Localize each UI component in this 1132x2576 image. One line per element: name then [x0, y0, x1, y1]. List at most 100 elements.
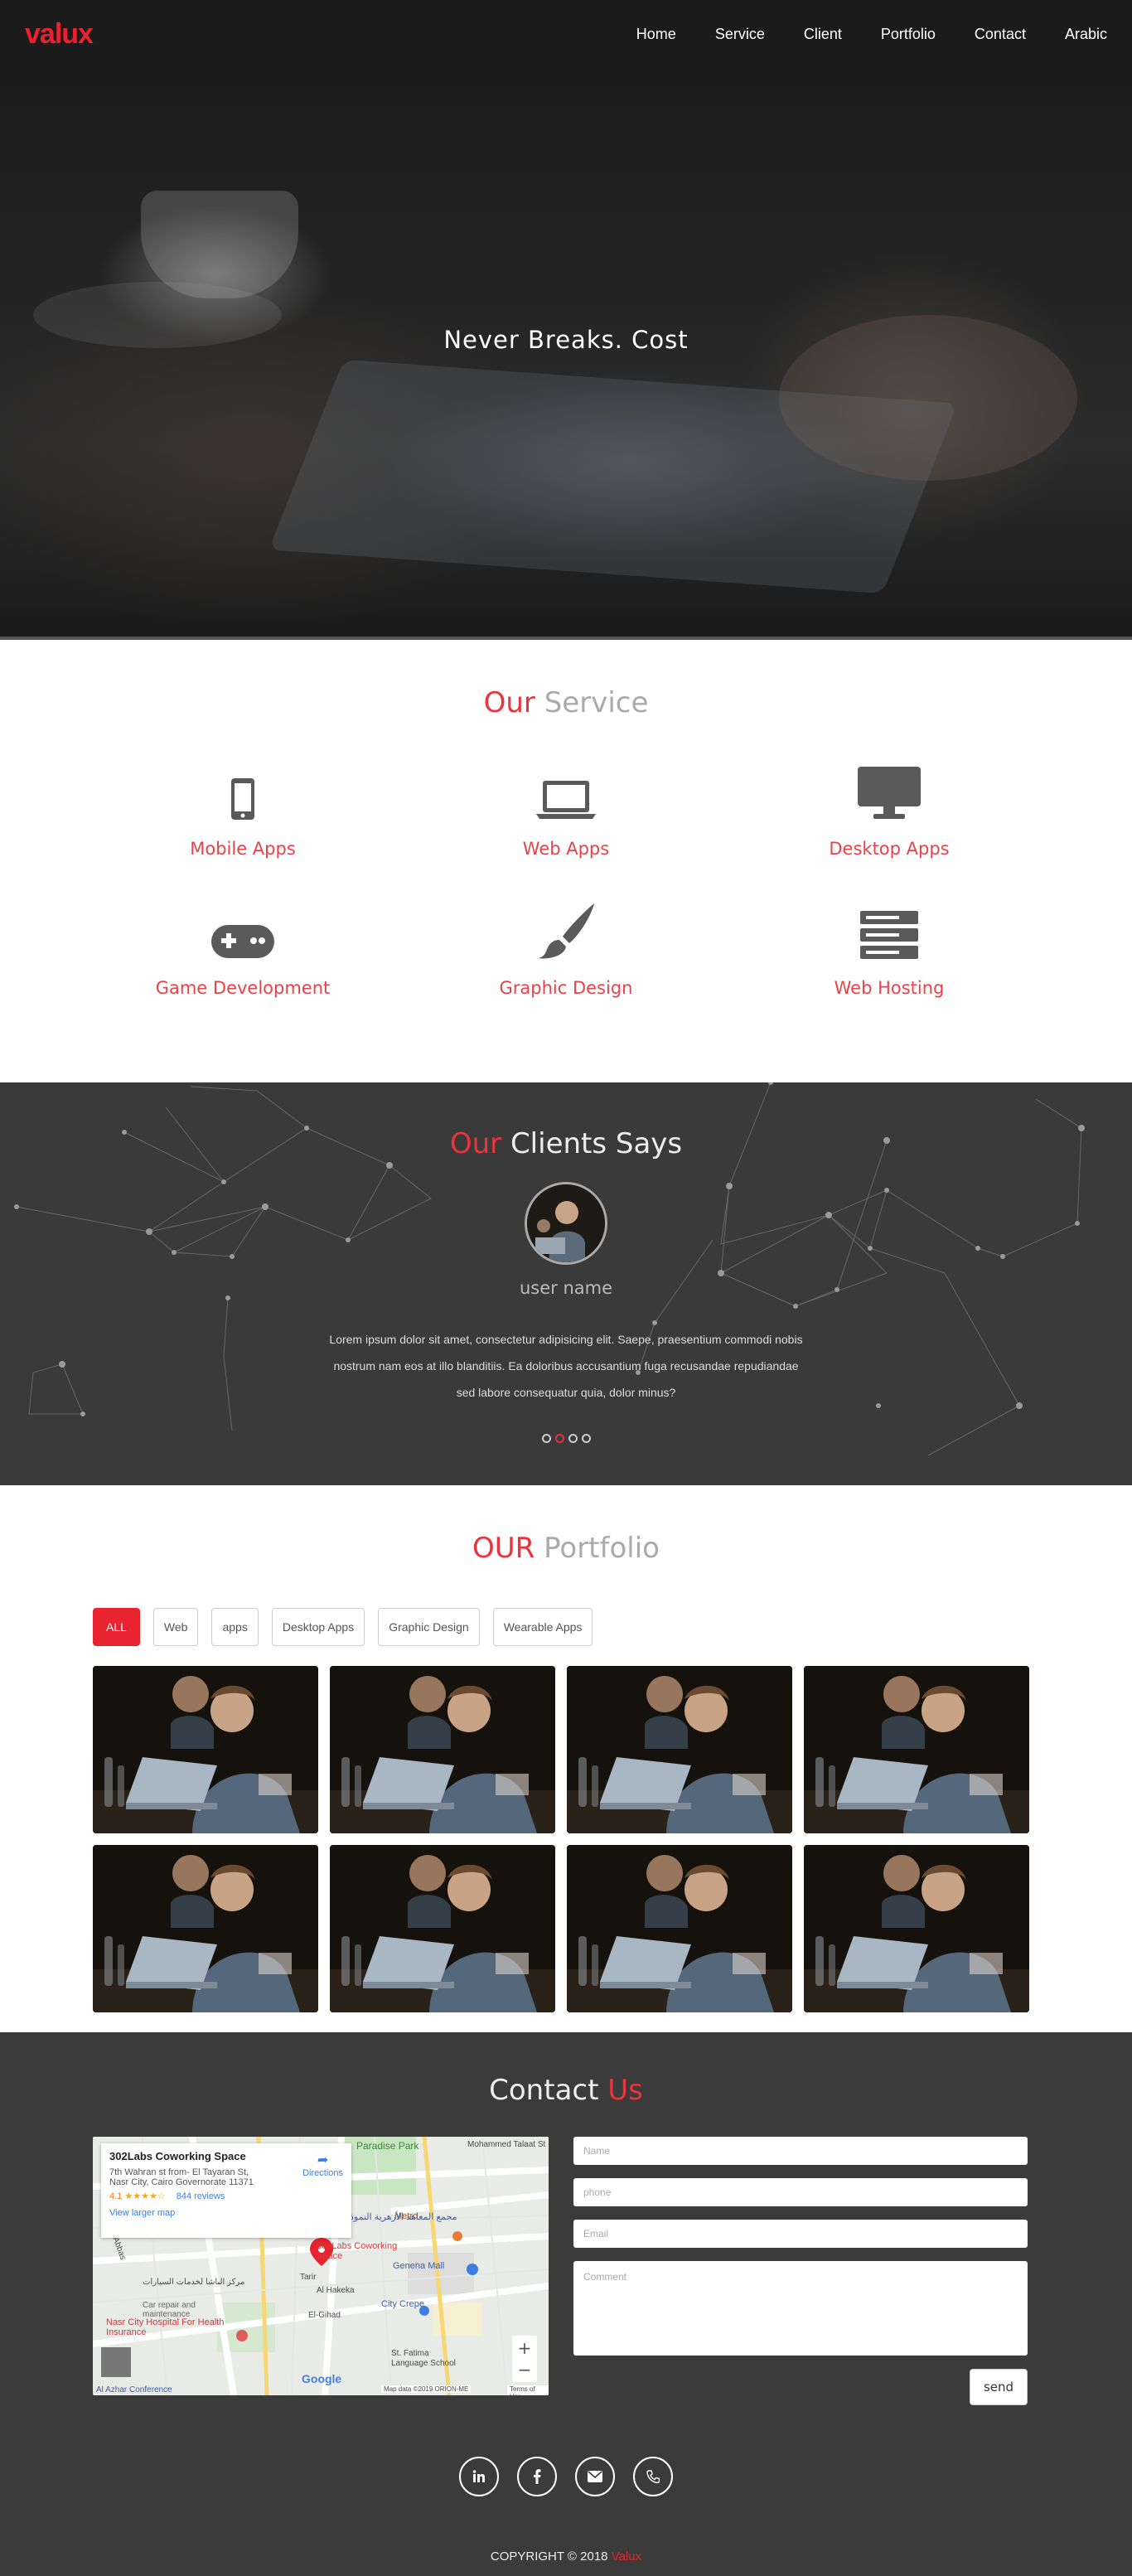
map-label: El-Gihad	[308, 2311, 341, 2320]
view-larger-map-link[interactable]: View larger map	[109, 2208, 343, 2218]
copyright-brand[interactable]: Valux	[612, 2549, 641, 2564]
filter-all[interactable]: ALL	[93, 1608, 140, 1646]
portfolio-heading: OUR Portfolio	[0, 1532, 1132, 1565]
testimonial-pagination	[0, 1434, 1132, 1443]
slide-dot[interactable]	[568, 1434, 578, 1443]
directions-label: Directions	[302, 2168, 343, 2178]
map-label: Car repair and maintenance	[143, 2301, 196, 2319]
email-field[interactable]: Email	[573, 2220, 1028, 2248]
hero-coffee-cup	[141, 191, 298, 298]
map-pin-label: 302Labs Coworking Space	[317, 2241, 398, 2261]
map-label: Nasr City Hospital For Health Insurance	[106, 2317, 225, 2337]
clients-heading-our: Our	[449, 1127, 502, 1160]
slide-dot[interactable]	[541, 1434, 551, 1443]
nav-item-contact[interactable]: Contact	[975, 26, 1026, 43]
reviews-link[interactable]: 844 reviews	[177, 2191, 225, 2201]
nav-item-service[interactable]: Service	[715, 26, 765, 43]
service-label: Web Hosting	[834, 978, 945, 998]
place-rating: 4.1	[109, 2191, 123, 2201]
clients-section: Our Clients Says user name Lorem ipsum d…	[0, 1082, 1132, 1485]
map-label: مركز الباشا لخدمات السيارات	[143, 2278, 245, 2287]
map-label: Al Azhar Conference	[96, 2385, 172, 2394]
portfolio-item[interactable]	[330, 1666, 555, 1833]
envelope-icon[interactable]	[575, 2457, 615, 2496]
clients-heading-clients-says: Clients Says	[510, 1127, 683, 1160]
map-label: Paradise Park	[356, 2140, 419, 2152]
clients-heading: Our Clients Says	[0, 1127, 1132, 1160]
portfolio-item[interactable]	[567, 1845, 792, 2012]
place-address-line2: Nasr City, Cairo Governorate 11371	[109, 2177, 254, 2187]
copyright-text: COPYRIGHT © 2018	[490, 2549, 608, 2564]
portfolio-grid	[93, 1666, 1132, 2012]
nav-item-arabic[interactable]: Arabic	[1065, 26, 1107, 43]
desktop-icon	[728, 764, 1051, 821]
portfolio-item[interactable]	[567, 1666, 792, 1833]
map-label: City Crepe	[381, 2299, 424, 2309]
services-grid: Mobile Apps Web Apps Desktop Apps Game D…	[0, 764, 1132, 998]
slide-dot[interactable]	[581, 1434, 591, 1443]
map-label: مجمع المعاهد الأزهرية النموذجية	[336, 2212, 457, 2222]
services-heading-service: Service	[544, 686, 649, 719]
filter-desktop-apps[interactable]: Desktop Apps	[271, 1608, 365, 1646]
portfolio-heading-our: OUR	[472, 1532, 535, 1565]
portfolio-heading-portfolio: Portfolio	[544, 1532, 660, 1565]
portfolio-item[interactable]	[330, 1845, 555, 2012]
send-row: send	[573, 2369, 1028, 2405]
portfolio-item[interactable]	[93, 1666, 318, 1833]
gamepad-icon	[81, 903, 404, 960]
rating-stars: ★★★★☆	[124, 2191, 166, 2201]
slide-dot-active[interactable]	[554, 1434, 564, 1443]
map-label: Mohammed Talaat St	[467, 2140, 546, 2149]
google-map[interactable]: + − Paradise Park Mohammed Talaat St Met…	[93, 2137, 549, 2395]
social-links	[0, 2457, 1132, 2496]
service-mobile-apps[interactable]: Mobile Apps	[81, 764, 404, 859]
portfolio-filters: ALL Web apps Desktop Apps Graphic Design…	[93, 1608, 1132, 1646]
service-web-hosting[interactable]: Web Hosting	[728, 903, 1051, 998]
contact-heading: Contact Us	[0, 2074, 1132, 2107]
nav-item-home[interactable]: Home	[636, 26, 676, 43]
hero-section: valux Home Service Client Portfolio Cont…	[0, 0, 1132, 640]
map-label: Language School	[391, 2359, 456, 2368]
paintbrush-icon	[404, 903, 728, 960]
name-field[interactable]: Name	[573, 2137, 1028, 2165]
top-navbar: valux Home Service Client Portfolio Cont…	[0, 0, 1132, 68]
service-web-apps[interactable]: Web Apps	[404, 764, 728, 859]
contact-heading-us: Us	[607, 2074, 643, 2107]
directions-button[interactable]: ➦ Directions	[302, 2152, 343, 2178]
service-label: Mobile Apps	[190, 839, 296, 859]
copyright: COPYRIGHT © 2018 Valux	[0, 2549, 1132, 2564]
portfolio-item[interactable]	[804, 1666, 1029, 1833]
filter-apps[interactable]: apps	[211, 1608, 259, 1646]
phone-icon[interactable]	[633, 2457, 673, 2496]
send-button[interactable]: send	[970, 2369, 1028, 2405]
filter-web[interactable]: Web	[152, 1608, 199, 1646]
service-graphic-design[interactable]: Graphic Design	[404, 903, 728, 998]
map-label: St. Fatima	[391, 2349, 429, 2358]
brand-logo[interactable]: valux	[25, 18, 94, 51]
client-testimonial: Lorem ipsum dolor sit amet, consectetur …	[329, 1333, 803, 1399]
contact-section: Contact Us + − Paradise Park Mohammed Ta…	[0, 2032, 1132, 2576]
map-info-card: 302Labs Coworking Space 7th Wahran st fr…	[101, 2143, 351, 2238]
comment-field[interactable]: Comment	[573, 2261, 1028, 2356]
service-game-development[interactable]: Game Development	[81, 903, 404, 998]
services-heading-our: Our	[483, 686, 535, 719]
portfolio-section: OUR Portfolio ALL Web apps Desktop Apps …	[0, 1485, 1132, 2032]
service-label: Game Development	[155, 978, 331, 998]
linkedin-icon[interactable]	[459, 2457, 499, 2496]
nav-item-client[interactable]: Client	[804, 26, 842, 43]
map-label: Genena Mall	[393, 2261, 445, 2271]
service-label: Graphic Design	[499, 978, 633, 998]
service-label: Desktop Apps	[829, 839, 950, 859]
filter-wearable-apps[interactable]: Wearable Apps	[492, 1608, 593, 1646]
portfolio-item[interactable]	[804, 1845, 1029, 2012]
service-desktop-apps[interactable]: Desktop Apps	[728, 764, 1051, 859]
facebook-icon[interactable]	[517, 2457, 557, 2496]
filter-graphic-design[interactable]: Graphic Design	[378, 1608, 480, 1646]
portfolio-item[interactable]	[93, 1845, 318, 2012]
services-heading: Our Service	[0, 686, 1132, 719]
phone-field[interactable]: phone	[573, 2178, 1028, 2206]
map-label: Tarir	[300, 2273, 317, 2282]
server-icon	[728, 903, 1051, 960]
nav-item-portfolio[interactable]: Portfolio	[881, 26, 936, 43]
map-terms-link[interactable]: Terms of Use	[507, 2385, 549, 2395]
